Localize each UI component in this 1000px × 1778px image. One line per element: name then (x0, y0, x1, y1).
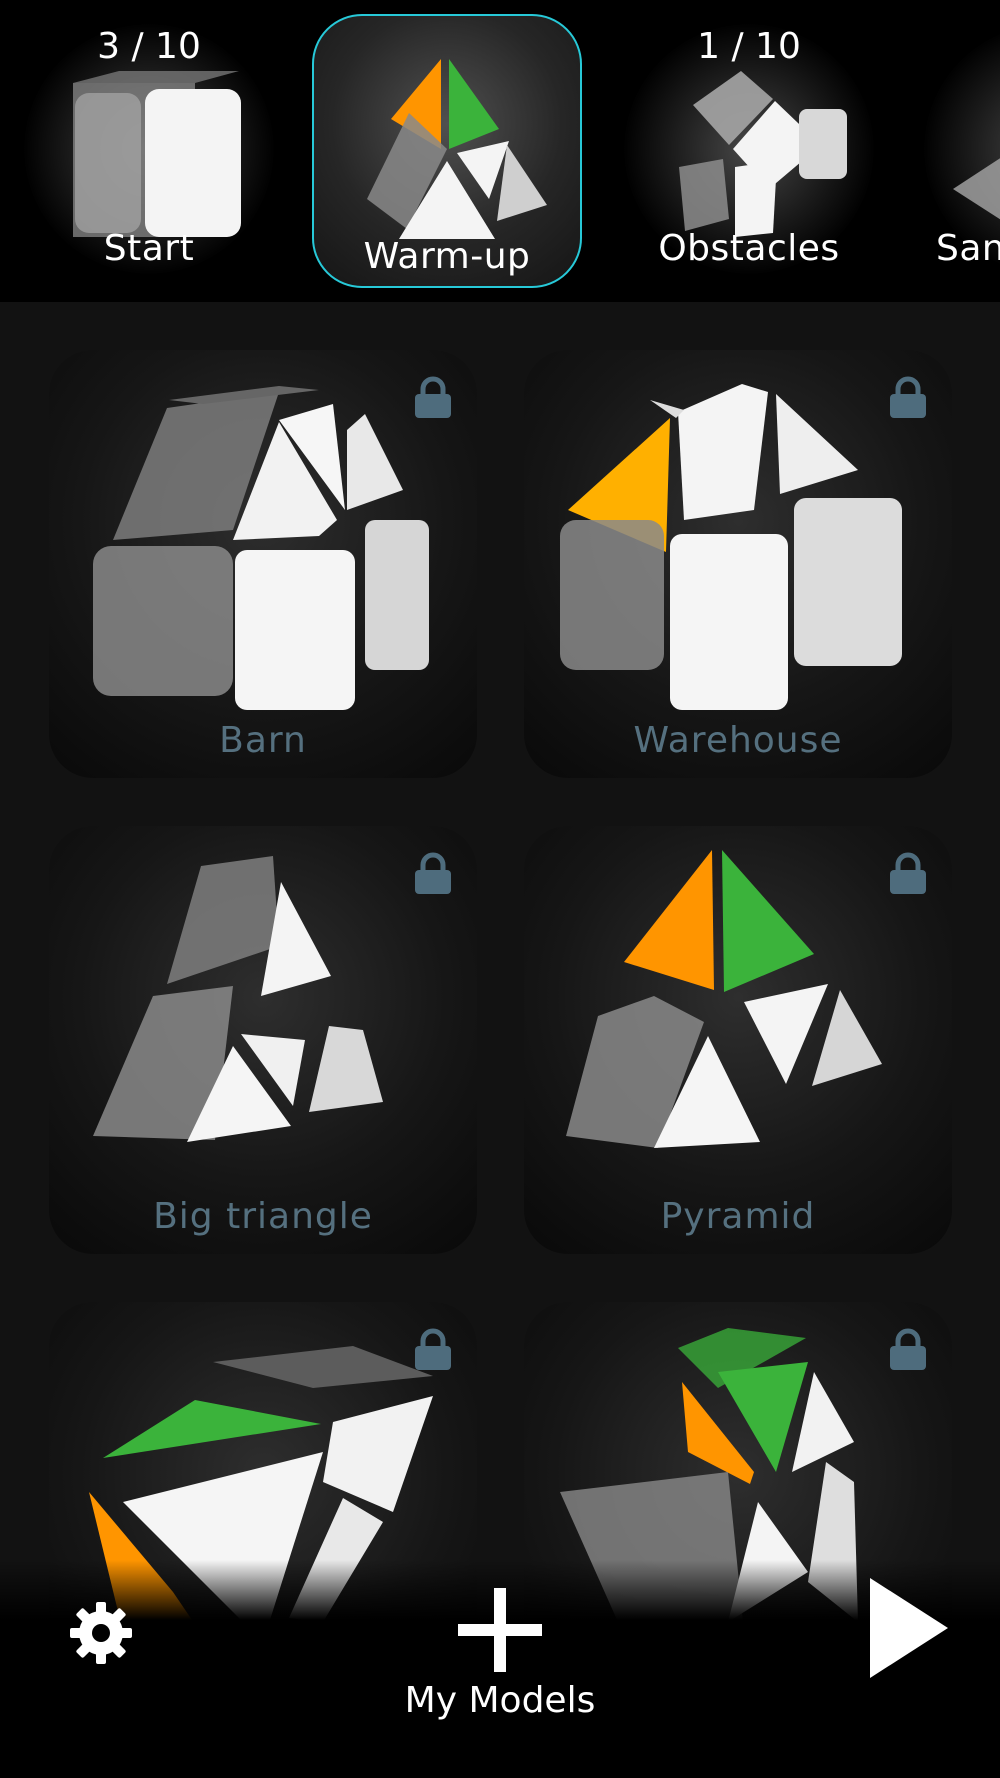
category-name: San (936, 228, 1000, 269)
category-name: Start (103, 228, 195, 269)
lock-icon (890, 852, 926, 894)
category-bar[interactable]: 3 / 10 Start Warm-up 1 / 10 Obstacles Sa… (0, 0, 1000, 302)
model-label: Warehouse (633, 720, 843, 761)
category-start[interactable]: 3 / 10 Start (14, 14, 284, 288)
my-models-button[interactable]: My Models (300, 1680, 700, 1721)
lock-icon (415, 376, 451, 418)
barn-model-image (93, 386, 429, 710)
category-name: Obstacles (658, 228, 840, 269)
cube-icon (73, 71, 241, 237)
obstacles-icon (679, 71, 847, 237)
lock-icon (415, 852, 451, 894)
model-label: Barn (219, 720, 307, 761)
category-count: 3 / 10 (97, 26, 201, 67)
model-label: Big triangle (153, 1196, 373, 1237)
plus-icon[interactable] (458, 1588, 542, 1672)
model-card-big-triangle[interactable]: Big triangle (49, 826, 477, 1254)
category-name: Warm-up (363, 236, 531, 277)
lock-icon (415, 1328, 451, 1370)
model-card-pyramid[interactable]: Pyramid (524, 826, 952, 1254)
category-partial[interactable]: San (914, 14, 1000, 288)
pyramid-model-image (566, 850, 882, 1148)
pyramid-icon (367, 59, 547, 239)
category-warm-up[interactable]: Warm-up (312, 14, 582, 288)
model-card-warehouse[interactable]: Warehouse (524, 350, 952, 778)
model-label: Pyramid (660, 1196, 816, 1237)
model-card-barn[interactable]: Barn (49, 350, 477, 778)
lock-icon (890, 376, 926, 418)
category-obstacles[interactable]: 1 / 10 Obstacles (614, 14, 884, 288)
partial-category-icon (953, 158, 1000, 220)
big-triangle-model-image (93, 856, 383, 1142)
gear-icon[interactable] (66, 1598, 136, 1668)
category-count: 1 / 10 (697, 26, 801, 67)
lock-icon (890, 1328, 926, 1370)
warehouse-model-image (560, 384, 902, 710)
play-icon[interactable] (866, 1576, 950, 1680)
